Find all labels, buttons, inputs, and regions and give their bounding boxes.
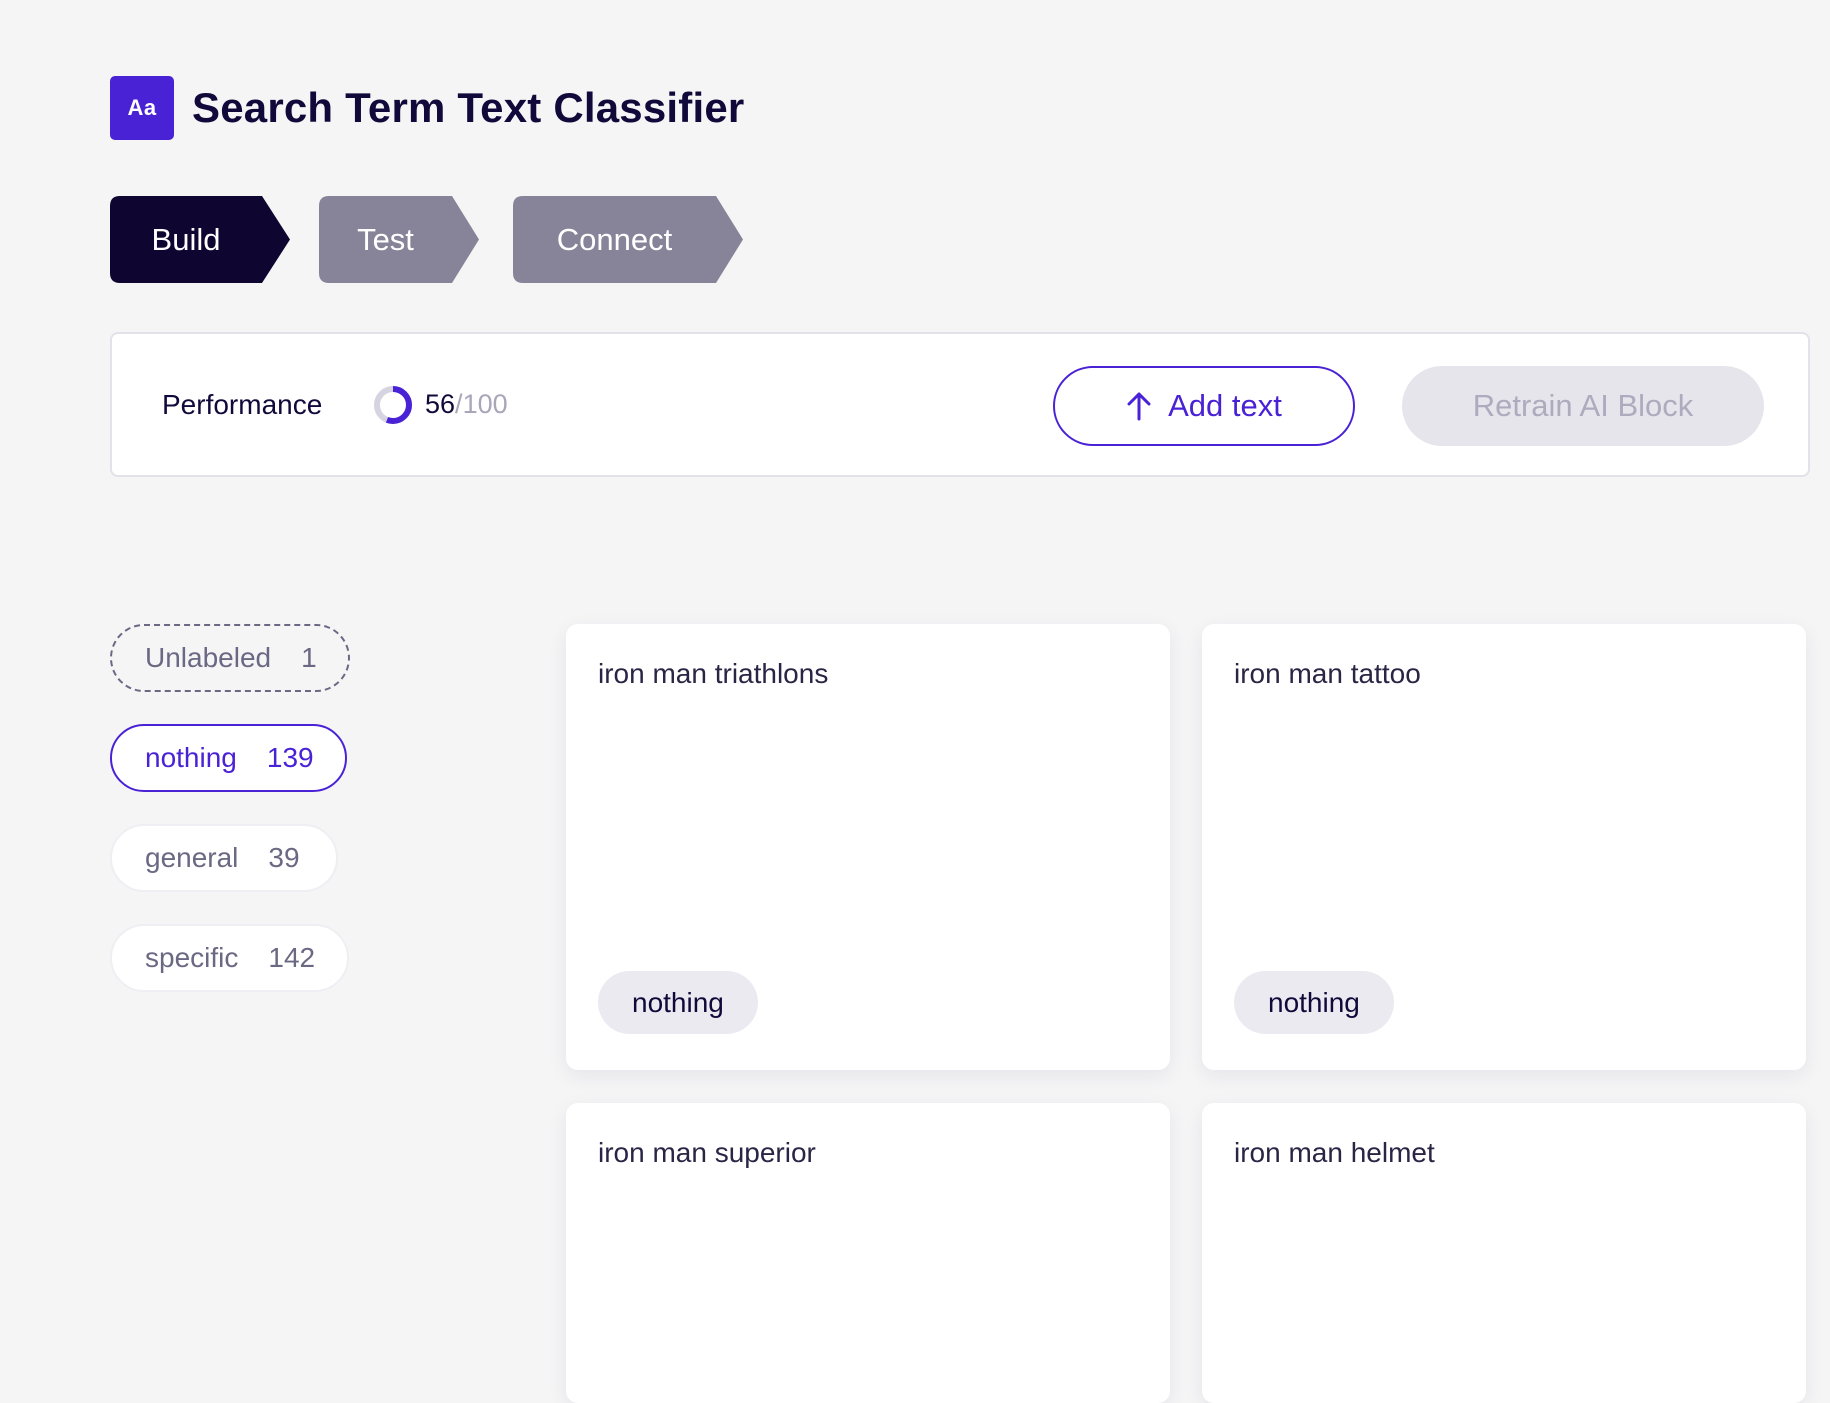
retrain-ai-block-button[interactable]: Retrain AI Block	[1402, 366, 1764, 446]
step-connect[interactable]: Connect	[513, 196, 743, 283]
performance-score: 56/100	[425, 334, 508, 475]
add-text-button[interactable]: Add text	[1053, 366, 1355, 446]
filter-chip-label: general	[145, 842, 239, 873]
filter-chip-count: 39	[268, 842, 300, 873]
step-test[interactable]: Test	[319, 196, 479, 283]
performance-score-value: 56	[425, 389, 456, 419]
step-test-label: Test	[357, 221, 414, 257]
filter-chip-specific[interactable]: specific 142	[110, 924, 349, 992]
filter-chip-count: 142	[268, 942, 316, 973]
retrain-label: Retrain AI Block	[1472, 388, 1694, 423]
filter-chip-label: specific	[145, 942, 239, 973]
card-text: iron man helmet	[1234, 1137, 1435, 1168]
filter-chip-general[interactable]: general 39	[110, 824, 338, 892]
performance-score-separator: /	[455, 389, 463, 419]
performance-score-max: 100	[462, 389, 508, 419]
card-text: iron man superior	[598, 1137, 816, 1168]
filter-chip-unlabeled[interactable]: Unlabeled 1	[110, 624, 350, 692]
text-example-card[interactable]: iron man tattoo nothing	[1202, 624, 1806, 1070]
app-header: Aa Search Term Text Classifier	[110, 76, 744, 140]
app-logo-icon: Aa	[110, 76, 174, 140]
performance-label: Performance	[162, 388, 323, 420]
text-example-card[interactable]: iron man helmet	[1202, 1103, 1806, 1403]
step-connect-label: Connect	[556, 221, 673, 257]
text-example-card[interactable]: iron man triathlons nothing	[566, 624, 1170, 1070]
card-text: iron man tattoo	[1234, 658, 1421, 689]
filter-chip-count: 139	[266, 742, 314, 773]
filter-chip-label: Unlabeled	[145, 642, 272, 673]
performance-panel: Performance 56/100 Add text Retrain AI B…	[110, 332, 1810, 477]
performance-gauge-icon	[374, 386, 412, 424]
page-title: Search Term Text Classifier	[192, 84, 745, 131]
step-build[interactable]: Build	[110, 196, 290, 283]
card-text: iron man triathlons	[598, 658, 829, 689]
add-text-label: Add text	[1168, 388, 1282, 423]
arrow-up-icon	[1127, 392, 1151, 421]
filter-chip-count: 1	[301, 642, 317, 673]
card-label-tag[interactable]: nothing	[1234, 971, 1394, 1034]
text-example-card[interactable]: iron man superior	[566, 1103, 1170, 1403]
filter-chip-label: nothing	[145, 742, 237, 773]
filter-chip-nothing[interactable]: nothing 139	[110, 724, 347, 792]
card-label-tag[interactable]: nothing	[598, 971, 758, 1034]
step-build-label: Build	[151, 221, 221, 257]
